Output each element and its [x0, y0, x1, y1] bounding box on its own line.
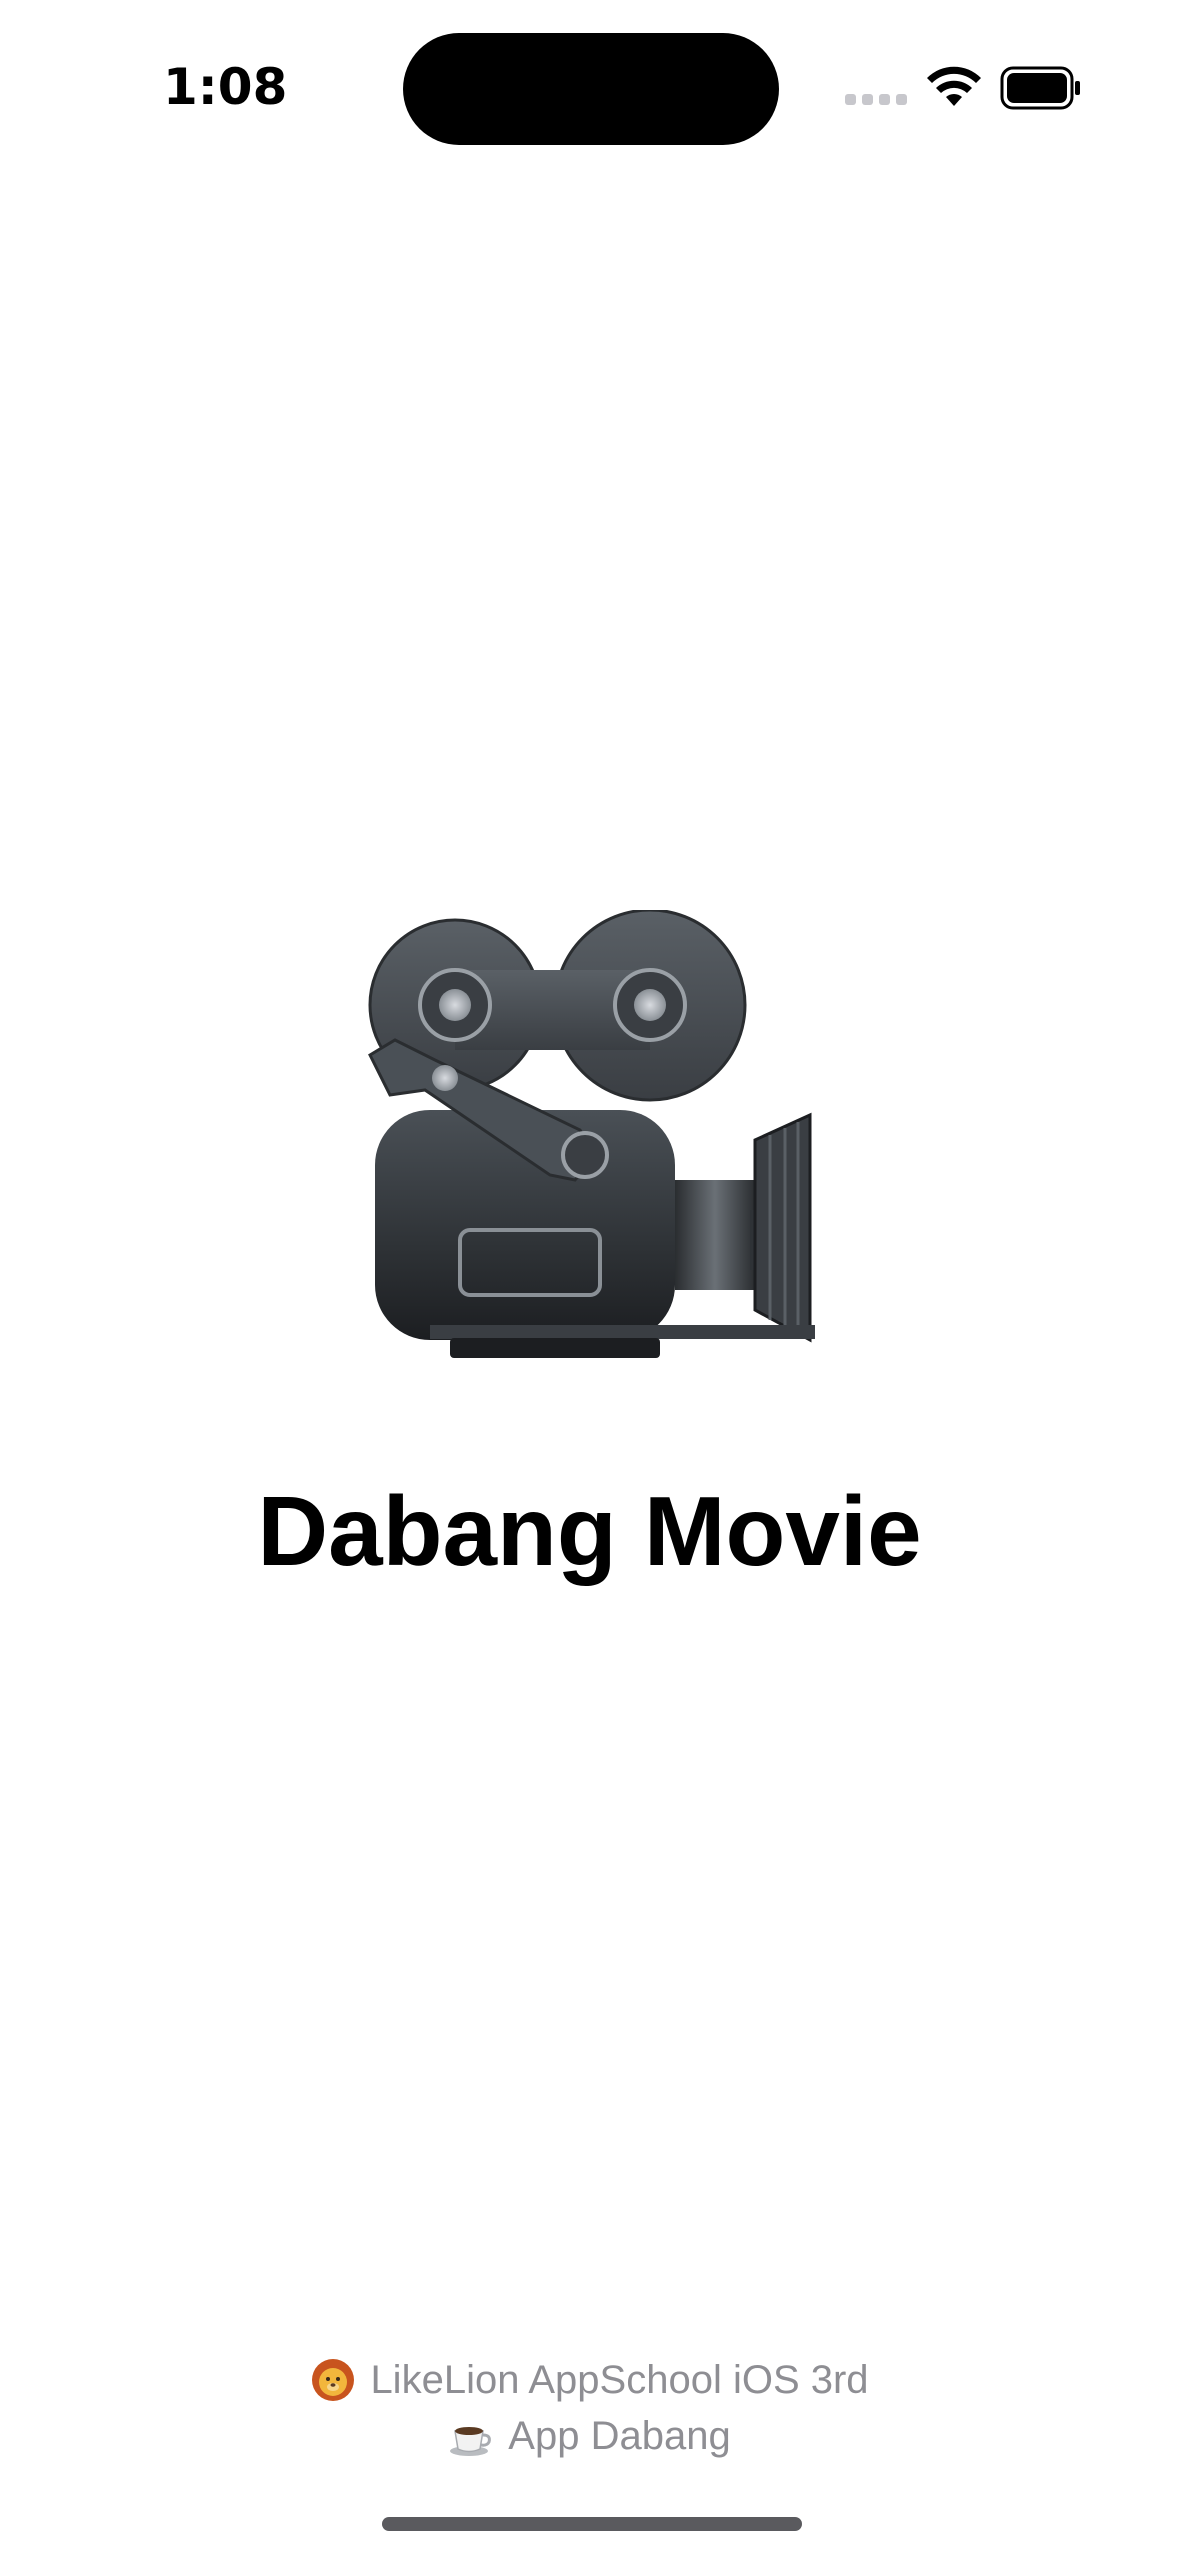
wifi-icon [927, 66, 981, 106]
footer-line-2-text: App Dabang [508, 2414, 731, 2458]
movie-camera-icon [368, 910, 815, 1358]
hot-beverage-icon [450, 2427, 492, 2456]
lion-face-icon [312, 2359, 355, 2401]
footer-line-1: LikeLion AppSchool iOS 3rd [0, 2352, 1179, 2408]
status-time: 1:08 [163, 58, 288, 116]
home-indicator[interactable] [382, 2517, 802, 2531]
footer-line-2: App Dabang [0, 2408, 1179, 2464]
app-title: Dabang Movie [257, 1476, 922, 1586]
footer-line-1-text: LikeLion AppSchool iOS 3rd [370, 2358, 869, 2402]
cellular-signal-icon [845, 94, 907, 106]
dynamic-island [403, 33, 779, 145]
footer: LikeLion AppSchool iOS 3rd App Dabang [0, 2352, 1179, 2464]
battery-icon [1000, 66, 1080, 110]
